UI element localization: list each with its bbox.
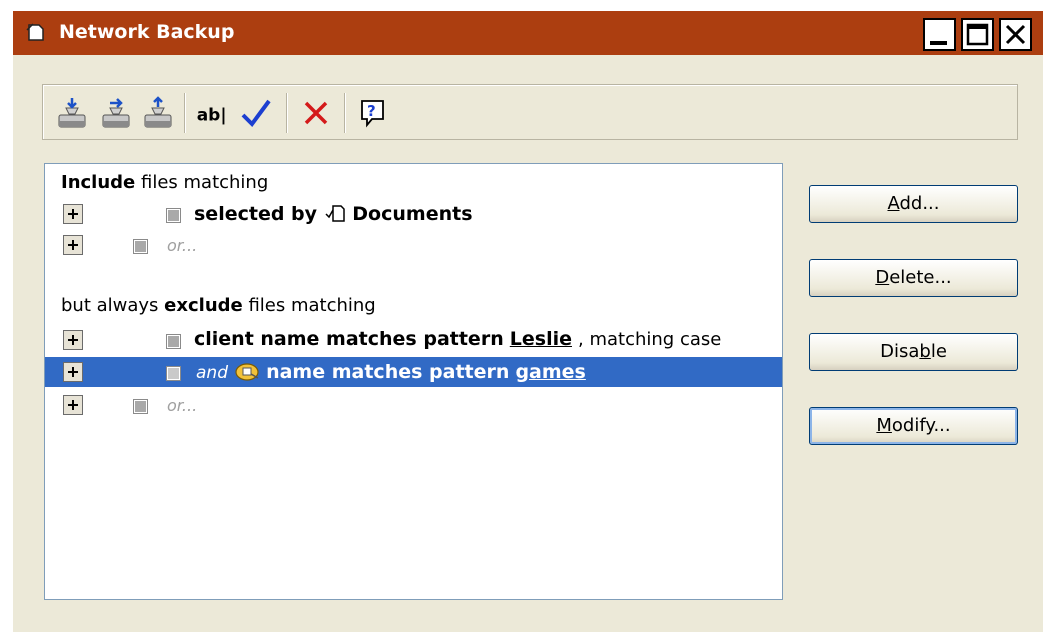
rule-row[interactable]: client name matches pattern Leslie , mat… (45, 325, 782, 355)
rule-row-selected[interactable]: and name matches pattern games (45, 357, 782, 387)
exclude-heading-lead: but always (61, 295, 165, 316)
or-placeholder: or... (167, 236, 198, 255)
backup-rule-icon (58, 98, 86, 128)
include-heading-text: files matching (135, 172, 269, 193)
delete-icon (304, 101, 328, 125)
rule-row-placeholder[interactable]: or... (45, 230, 782, 260)
minimize-icon (930, 41, 947, 45)
window-title: Network Backup (59, 21, 235, 43)
toolbar-button-move[interactable] (99, 95, 133, 131)
backup-up-icon (144, 96, 172, 128)
exclude-heading: but always exclude files matching (61, 295, 376, 316)
rule-text: selected by Documents (194, 202, 473, 225)
rule-label: name matches pattern (266, 361, 510, 383)
toolbar: ab| ? (42, 84, 1018, 140)
rename-icon: ab| (197, 106, 227, 126)
rule-checkbox[interactable] (166, 334, 181, 349)
backup-move-icon (102, 98, 130, 128)
toolbar-separator (286, 93, 288, 133)
maximize-button[interactable] (961, 18, 994, 51)
expand-icon[interactable] (63, 235, 83, 255)
rule-pattern-link[interactable]: games (515, 361, 585, 383)
disable-label-mnemonic: b (919, 341, 931, 362)
rule-checkbox[interactable] (133, 399, 148, 414)
modify-label-mnemonic: M (876, 415, 892, 436)
disable-button[interactable]: Disable (809, 333, 1018, 371)
rule-row[interactable]: selected by Documents (45, 199, 782, 229)
toolbar-separator (344, 93, 346, 133)
modify-button[interactable]: Modify... (809, 407, 1018, 445)
toolbar-button-help[interactable]: ? (355, 95, 389, 131)
help-icon: ? (361, 100, 384, 128)
minimize-button[interactable] (923, 18, 956, 51)
close-button[interactable] (999, 18, 1032, 51)
rule-label: selected by (194, 203, 318, 225)
folder-icon (235, 363, 259, 381)
rule-text: and name matches pattern games (196, 360, 586, 383)
toolbar-button-delete[interactable] (299, 95, 333, 131)
exclude-heading-keyword: exclude (164, 295, 243, 316)
add-label-mnemonic: A (887, 193, 900, 214)
rule-conjunction: and (196, 363, 228, 383)
delete-button[interactable]: Delete... (809, 259, 1018, 297)
close-icon (1005, 24, 1026, 45)
toolbar-button-up[interactable] (141, 95, 175, 131)
rule-text: client name matches pattern Leslie , mat… (194, 328, 721, 350)
disable-label-post: le (930, 341, 947, 362)
toolbar-button-rename[interactable]: ab| (195, 95, 235, 131)
rule-checkbox[interactable] (133, 239, 148, 254)
rule-label: client name matches pattern (194, 328, 504, 350)
toolbar-button-backup[interactable] (55, 95, 89, 131)
rule-suffix: , matching case (578, 329, 722, 350)
add-label-post: dd... (899, 193, 940, 214)
help-glyph: ? (367, 102, 376, 120)
documents-icon (325, 205, 345, 222)
toolbar-button-check[interactable] (239, 95, 273, 131)
expand-icon[interactable] (63, 395, 83, 415)
title-bar[interactable]: Network Backup (13, 11, 1043, 55)
expand-icon[interactable] (63, 362, 83, 382)
rule-checkbox[interactable] (166, 208, 181, 223)
delete-label-post: elete... (889, 267, 952, 288)
delete-label-mnemonic: D (875, 267, 890, 288)
maximize-icon (966, 23, 989, 46)
or-placeholder: or... (167, 396, 198, 415)
network-backup-window: Network Backup ab| ? Include files match… (13, 11, 1043, 632)
expand-icon[interactable] (63, 204, 83, 224)
app-icon (25, 21, 47, 43)
check-icon (241, 99, 271, 128)
disable-label-pre: Disa (880, 341, 920, 362)
rule-checkbox[interactable] (166, 366, 181, 381)
rule-pattern-link[interactable]: Leslie (510, 328, 572, 350)
modify-label-post: odify... (891, 415, 951, 436)
rule-target: Documents (352, 203, 473, 225)
add-button[interactable]: Add... (809, 185, 1018, 223)
include-heading-keyword: Include (61, 172, 136, 193)
rename-glyph: ab| (197, 106, 227, 126)
exclude-heading-text: files matching (242, 295, 376, 316)
toolbar-separator (184, 93, 186, 133)
rules-list[interactable]: Include files matching selected by Docum… (44, 163, 783, 600)
include-heading: Include files matching (61, 172, 268, 193)
expand-icon[interactable] (63, 330, 83, 350)
rule-row-placeholder[interactable]: or... (45, 390, 782, 420)
